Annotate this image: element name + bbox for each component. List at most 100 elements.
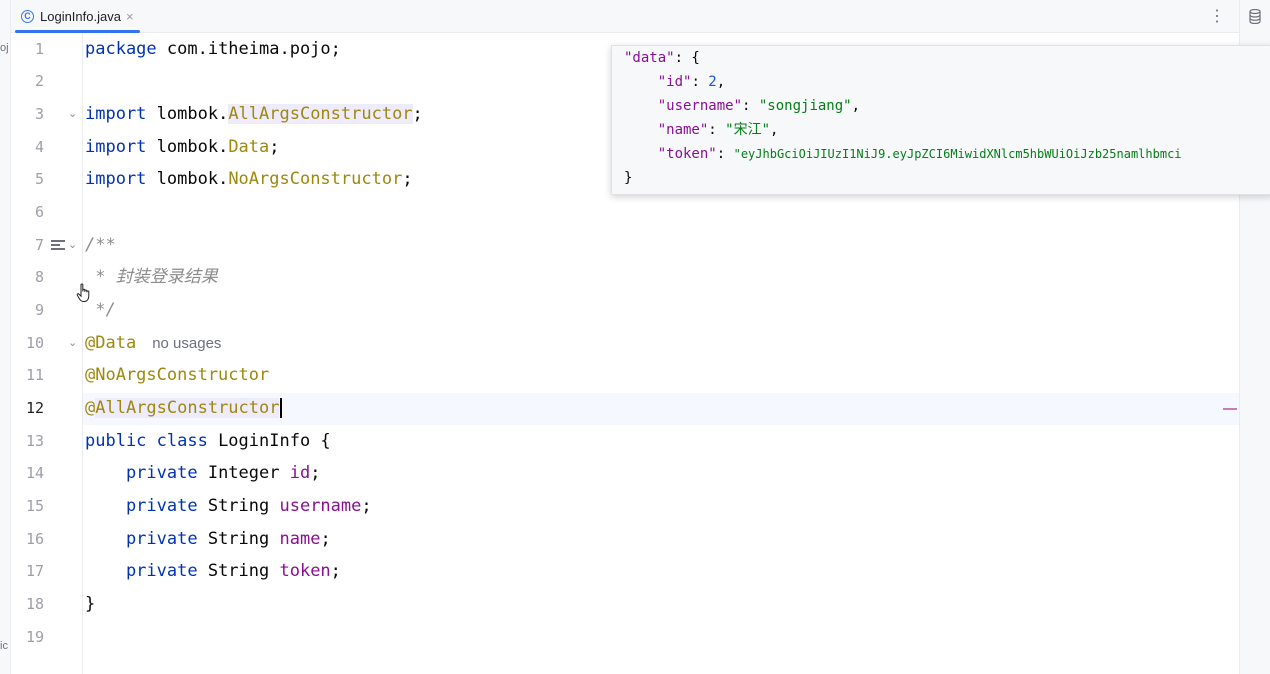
keyword: import <box>85 104 147 124</box>
code-text: ; <box>402 169 413 189</box>
field-name: username <box>279 496 362 516</box>
line-number: 18 <box>25 595 44 613</box>
imported-class: AllArgsConstructor <box>228 104 413 124</box>
line-number: 13 <box>25 432 44 450</box>
line-number: 8 <box>34 268 44 286</box>
usage-hint[interactable]: no usages <box>152 335 221 352</box>
line-number-gutter[interactable]: 1 2 3 4 5 6 7 8 9 10 11 12 13 14 15 16 1… <box>11 33 90 674</box>
line-number: 17 <box>25 562 44 580</box>
keyword: import <box>85 137 147 157</box>
json-string: "宋江" <box>725 122 771 138</box>
imported-class: Data <box>228 137 270 157</box>
line-number: 19 <box>25 628 44 646</box>
annotation: @NoArgsConstructor <box>85 365 270 385</box>
code-text: ; <box>412 104 423 124</box>
code-line-18: } <box>85 594 96 614</box>
code-text: LoginInfo { <box>207 431 331 451</box>
annotation: AllArgsConstructor <box>95 398 280 418</box>
json-punct: : <box>708 122 726 138</box>
field-name: name <box>279 529 321 549</box>
field-name: token <box>279 561 331 581</box>
popup-line: "username": "songjiang", <box>624 94 860 118</box>
keyword: private <box>85 463 198 483</box>
popup-line: } <box>624 170 633 186</box>
line-number-current: 12 <box>25 399 44 417</box>
code-line-13: public class LoginInfo { <box>85 425 331 457</box>
keyword: import <box>85 169 147 189</box>
code-text: ; <box>310 463 321 483</box>
keyword: private <box>85 496 198 516</box>
json-preview-popup: "data": { "id": 2, "username": "songjian… <box>611 45 1270 195</box>
keyword: public class <box>85 431 208 451</box>
code-line-1: package com.itheima.pojo; <box>85 33 341 65</box>
line-number: 7 <box>34 236 44 254</box>
line-number: 2 <box>34 72 44 90</box>
type-name: String <box>197 529 280 549</box>
close-icon[interactable]: × <box>126 9 134 24</box>
database-icon[interactable] <box>1249 9 1261 24</box>
code-text: ; <box>330 561 341 581</box>
code-line-17: private String token; <box>85 555 341 587</box>
error-stripe-marker[interactable] <box>1223 408 1237 410</box>
popup-line: "data": { <box>624 46 700 70</box>
json-key: "username" <box>657 98 743 114</box>
code-line-10: @Data no usages <box>85 327 221 359</box>
code-line-9: */ <box>85 300 116 320</box>
keyword: private <box>85 561 198 581</box>
project-panel-edge[interactable]: oj ic <box>0 0 11 674</box>
code-text: ; <box>269 137 280 157</box>
line-number: 5 <box>34 170 44 188</box>
comment-star: * <box>85 267 116 287</box>
editor-tab-bar: C LoginInfo.java × ⋮ <box>11 0 1239 33</box>
json-number: 2 <box>708 74 717 90</box>
line-number: 10 <box>25 334 44 352</box>
type-name: String <box>197 561 280 581</box>
popup-line: "token": "eyJhbGciOiJIUzI1NiJ9.eyJpZCI6M… <box>624 142 1182 166</box>
type-name: String <box>197 496 280 516</box>
fold-chevron-icon[interactable]: ⌄ <box>68 98 78 130</box>
code-line-7: /** <box>85 235 116 255</box>
project-panel-text-bottom: ic <box>0 640 8 652</box>
fold-chevron-icon[interactable]: ⌄ <box>68 229 78 261</box>
field-name: id <box>289 463 311 483</box>
json-key: "name" <box>657 122 709 138</box>
type-name: Integer <box>197 463 290 483</box>
code-line-12: @AllArgsConstructor <box>85 392 282 424</box>
line-number: 16 <box>25 530 44 548</box>
json-punct: : <box>716 146 734 162</box>
code-line-16: private String name; <box>85 523 331 555</box>
json-punct: , <box>851 98 861 114</box>
line-number: 11 <box>25 366 44 384</box>
code-line-5: import lombok.NoArgsConstructor; <box>85 163 413 195</box>
code-line-15: private String username; <box>85 490 372 522</box>
render-doc-icon[interactable] <box>51 238 65 251</box>
annotation-at: @ <box>85 398 96 418</box>
line-number: 6 <box>34 203 44 221</box>
tab-logininfo-java[interactable]: C LoginInfo.java × <box>15 0 140 33</box>
comment-text: 封装登录结果 <box>115 267 218 287</box>
text-caret <box>280 398 282 418</box>
code-line-8: * 封装登录结果 <box>85 261 218 293</box>
popup-line: "name": "宋江", <box>624 118 779 142</box>
popup-line: "id": 2, <box>624 70 725 94</box>
json-punct: : <box>691 74 709 90</box>
project-panel-text-top: oj <box>0 42 9 54</box>
code-text: ; <box>361 496 372 516</box>
line-number: 14 <box>25 464 44 482</box>
class-icon: C <box>21 9 34 23</box>
code-line-14: private Integer id; <box>85 457 321 489</box>
code-line-11: @NoArgsConstructor <box>85 359 269 391</box>
code-text: lombok. <box>146 169 229 189</box>
json-punct: , <box>770 122 779 138</box>
json-punct: : <box>742 98 759 114</box>
json-punct: : { <box>674 50 700 66</box>
line-number: 15 <box>25 497 44 515</box>
keyword: private <box>85 529 198 549</box>
imported-class: NoArgsConstructor <box>228 169 403 189</box>
json-key: "data" <box>624 50 675 66</box>
line-number: 3 <box>34 105 44 123</box>
code-text: lombok. <box>146 104 229 124</box>
more-options-icon[interactable]: ⋮ <box>1209 6 1225 26</box>
json-key: "token" <box>657 146 717 162</box>
fold-chevron-icon[interactable]: ⌄ <box>68 327 78 359</box>
